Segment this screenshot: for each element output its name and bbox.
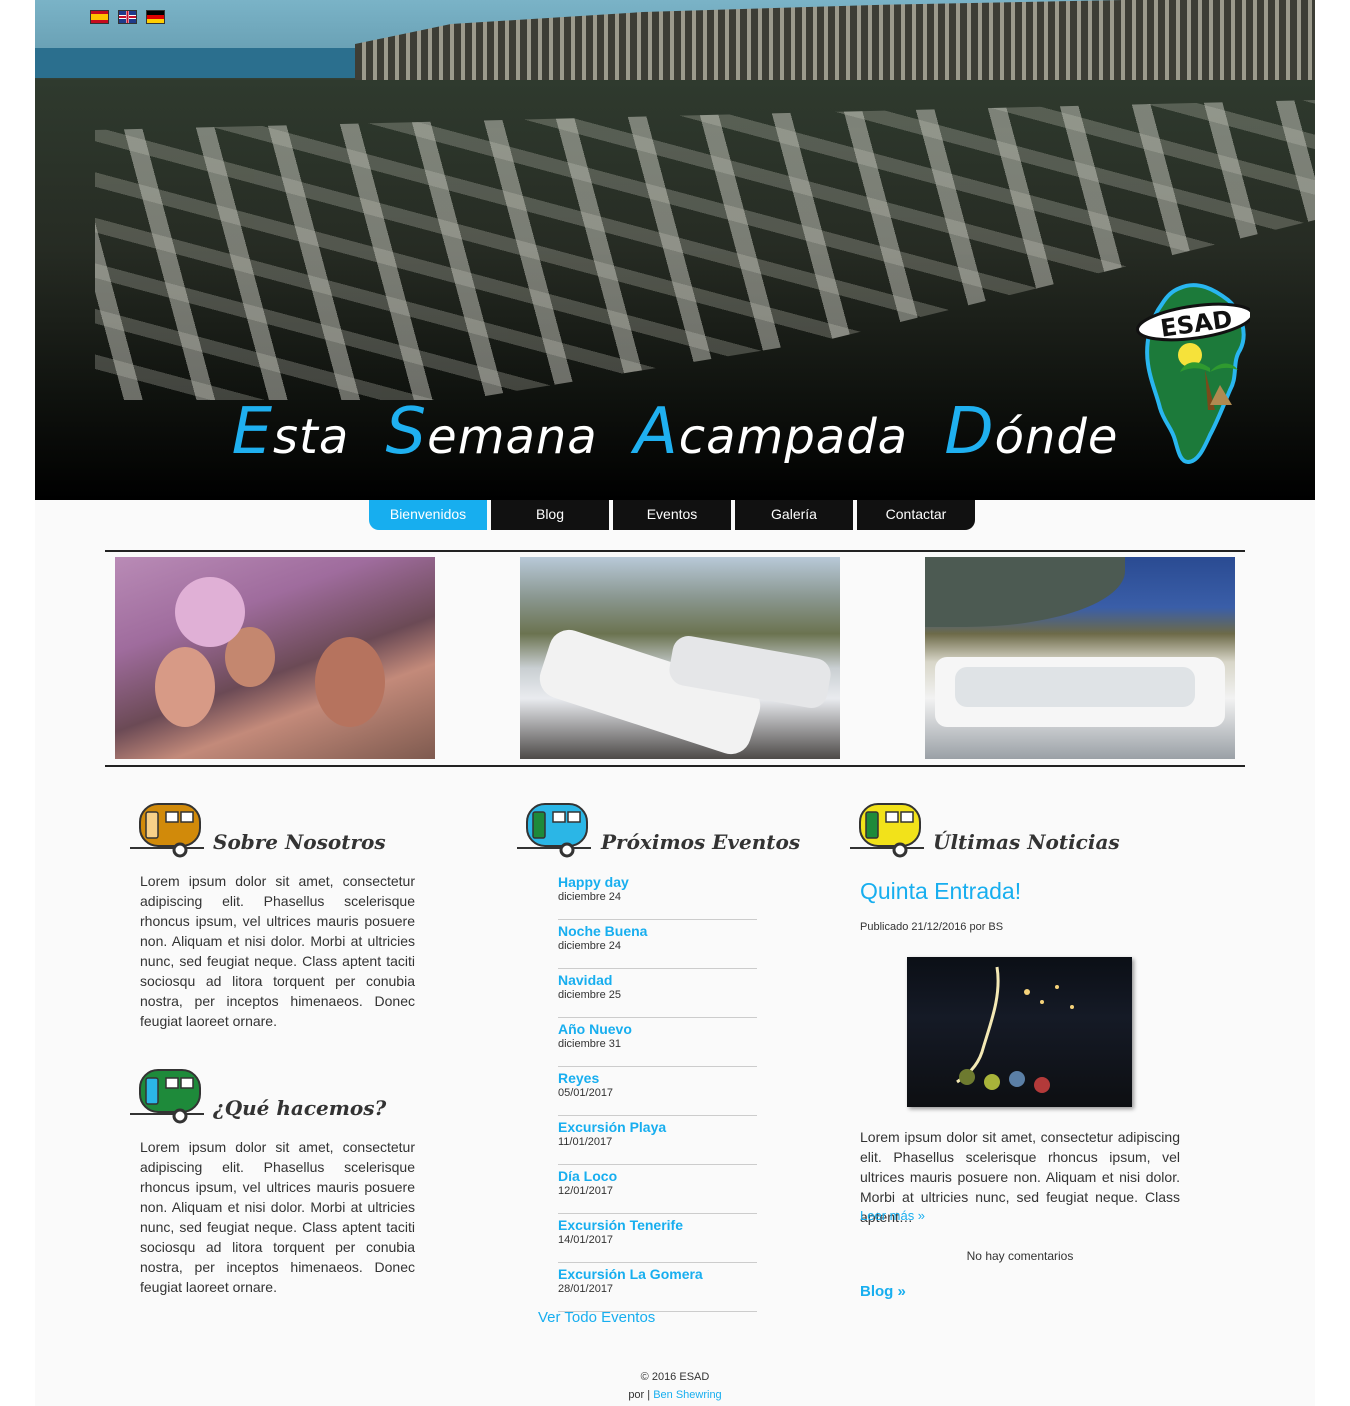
event-date: 11/01/2017	[558, 1136, 613, 1148]
post-meta: Publicado 21/12/2016 por BS	[860, 921, 1004, 933]
event-date: 28/01/2017	[558, 1283, 614, 1295]
event-item: Reyes 05/01/2017	[558, 1068, 757, 1116]
about-text: Lorem ipsum dolor sit amet, consectetur …	[140, 873, 415, 1029]
event-date: diciembre 31	[558, 1038, 621, 1050]
title-word: Esta	[231, 395, 350, 469]
event-title[interactable]: Excursión Playa	[558, 1117, 757, 1135]
caravan-orange-icon	[130, 803, 204, 858]
event-item: Noche Buena diciembre 24	[558, 921, 757, 969]
post-title-link[interactable]: Quinta Entrada!	[860, 878, 1021, 905]
what-title: ¿Qué hacemos?	[213, 1096, 387, 1120]
events-title: Próximos Eventos	[601, 830, 801, 854]
event-item: Happy day diciembre 24	[558, 872, 757, 920]
event-title[interactable]: Noche Buena	[558, 921, 757, 939]
arches-structure	[355, 0, 1315, 80]
event-title[interactable]: Excursión Tenerife	[558, 1215, 757, 1233]
event-title[interactable]: Happy day	[558, 872, 757, 890]
caravan-blue-icon	[517, 803, 591, 858]
event-date: 05/01/2017	[558, 1087, 614, 1099]
event-title[interactable]: Navidad	[558, 970, 757, 988]
event-item: Excursión La Gomera 28/01/2017	[558, 1264, 757, 1312]
blog-link[interactable]: Blog »	[860, 1283, 906, 1300]
about-title: Sobre Nosotros	[213, 830, 386, 854]
event-item: Excursión Tenerife 14/01/2017	[558, 1215, 757, 1263]
footer-author-link[interactable]: Ben Shewring	[653, 1389, 722, 1401]
title-word: Acampada	[633, 395, 909, 469]
view-all-events-link[interactable]: Ver Todo Eventos	[538, 1309, 655, 1326]
event-date: 14/01/2017	[558, 1234, 614, 1246]
event-date: diciembre 25	[558, 989, 621, 1001]
read-more-link[interactable]: Leer más »	[860, 1208, 925, 1223]
event-title[interactable]: Año Nuevo	[558, 1019, 757, 1037]
gallery-bottom-rule	[105, 765, 1245, 767]
event-title[interactable]: Excursión La Gomera	[558, 1264, 757, 1282]
language-switcher	[90, 10, 165, 24]
nav-item-eventos[interactable]: Eventos	[613, 500, 731, 530]
gallery-photo-caravans[interactable]	[520, 557, 840, 759]
comments-count: No hay comentarios	[966, 1249, 1074, 1263]
caravan-green-icon	[130, 1069, 204, 1124]
header-banner: Esta Semana Acampada Dónde ESAD	[35, 0, 1315, 500]
post-image[interactable]	[907, 957, 1132, 1107]
events-list: Happy day diciembre 24 Noche Buena diciemb…	[558, 872, 757, 1313]
event-item: Excursión Playa 11/01/2017	[558, 1117, 757, 1165]
footer-copyright: © 2016 ESAD	[640, 1371, 710, 1383]
gallery-photo-group[interactable]	[925, 557, 1235, 759]
event-item: Año Nuevo diciembre 31	[558, 1019, 757, 1067]
main-nav: Bienvenidos Blog Eventos Galería Contact…	[369, 500, 975, 530]
what-text: Lorem ipsum dolor sit amet, consectetur …	[140, 1139, 415, 1295]
gb-flag-icon[interactable]	[118, 10, 137, 24]
nav-item-bienvenidos[interactable]: Bienvenidos	[369, 500, 487, 530]
es-flag-icon[interactable]	[90, 10, 109, 24]
esad-logo: ESAD	[1136, 283, 1250, 465]
title-word: Dónde	[944, 395, 1119, 469]
title-word: Semana	[385, 395, 598, 469]
event-item: Día Loco 12/01/2017	[558, 1166, 757, 1214]
event-date: diciembre 24	[558, 940, 621, 952]
event-title[interactable]: Día Loco	[558, 1166, 757, 1184]
event-title[interactable]: Reyes	[558, 1068, 757, 1086]
event-date: diciembre 24	[558, 891, 621, 903]
nav-item-blog[interactable]: Blog	[491, 500, 609, 530]
de-flag-icon[interactable]	[146, 10, 165, 24]
nav-item-galeria[interactable]: Galería	[735, 500, 853, 530]
nav-item-contactar[interactable]: Contactar	[857, 500, 975, 530]
caravan-yellow-icon	[850, 803, 924, 858]
gallery-photo-dinner[interactable]	[115, 557, 435, 759]
gallery-top-rule	[105, 550, 1245, 552]
news-title: Últimas Noticias	[933, 830, 1120, 854]
footer-by: por |	[628, 1389, 651, 1401]
event-item: Navidad diciembre 25	[558, 970, 757, 1018]
event-date: 12/01/2017	[558, 1185, 614, 1197]
footer-credit: por | Ben Shewring	[0, 1389, 1350, 1401]
sea-area	[35, 48, 365, 78]
